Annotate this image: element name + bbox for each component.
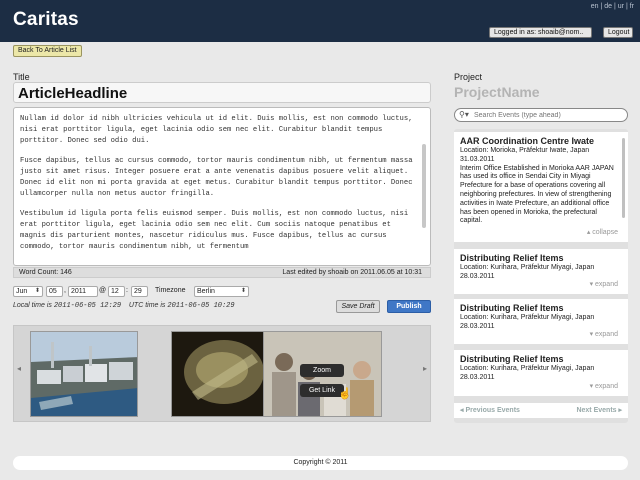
language-fr-link[interactable]: fr (630, 3, 634, 10)
utc-time-value: 2011-06-05 10:29 (167, 302, 235, 310)
date-separator: , (64, 287, 66, 294)
month-select[interactable]: Jun ⬍ (13, 286, 43, 297)
app-header: Caritas en | de | ur | fr Logged in as: … (0, 0, 640, 42)
event-card[interactable]: AAR Coordination Centre Iwate Location: … (454, 132, 628, 242)
publish-button[interactable]: Publish (387, 300, 431, 313)
power-plant-photo (31, 332, 137, 416)
save-draft-button[interactable]: Save Draft (336, 300, 380, 313)
dropdown-arrow-icon: ⬍ (240, 288, 246, 294)
editor-status-bar: Word Count: 146 Last edited by shoaib on… (13, 267, 431, 278)
event-location: Location: Morioka, Präfektur Iwate, Japa… (460, 147, 590, 154)
project-label: Project (454, 72, 483, 82)
expand-toggle[interactable]: ▾ expand (590, 331, 618, 340)
gallery-next-arrow[interactable]: ▸ (423, 364, 427, 373)
events-pager: ◂ Previous Events Next Events ▸ (454, 403, 628, 418)
event-date: 28.03.2011 (460, 373, 495, 381)
event-location: Location: Kurihara, Präfektur Miyagi, Ja… (460, 314, 595, 321)
article-body-editor[interactable]: Nullam id dolor id nibh ultricies vehicu… (13, 107, 431, 266)
event-title: Distributing Relief Items (460, 253, 564, 263)
event-search-box[interactable]: ⚲▾ (454, 108, 628, 122)
article-scrollbar[interactable] (422, 144, 426, 228)
timezone-label: Timezone (155, 287, 186, 294)
expand-toggle[interactable]: ▾ expand (590, 281, 618, 290)
language-en-link[interactable]: en (591, 3, 599, 10)
month-value: Jun (16, 288, 28, 295)
article-paragraph: Nullam id dolor id nibh ultricies vehicu… (20, 115, 413, 145)
event-description: Interim Office Established in Morioka AA… (460, 164, 614, 225)
dropdown-arrow-icon: ⬍ (34, 288, 40, 294)
gallery-image-people[interactable]: Zoom Get Link ☝ (263, 331, 382, 417)
local-time-value: 2011-06-05 12:29 (53, 302, 122, 310)
event-scrollbar[interactable] (622, 138, 625, 218)
article-paragraph: Vestibulum id ligula porta felis euismod… (20, 210, 409, 251)
event-title: Distributing Relief Items (460, 303, 564, 313)
word-count: Word Count: 146 (19, 269, 72, 276)
image-gallery: ◂ ▸ Zoom Get Link ☝ (13, 325, 431, 422)
gallery-image-power-plant[interactable] (30, 331, 138, 417)
day-input[interactable]: 05 (46, 286, 63, 297)
brand-logo: Caritas (13, 9, 79, 30)
event-date: 31.03.2011 (460, 155, 495, 163)
event-title: AAR Coordination Centre Iwate (460, 136, 595, 146)
gallery-prev-arrow[interactable]: ◂ (17, 364, 21, 373)
minute-input[interactable]: 29 (131, 286, 148, 297)
hour-input[interactable]: 12 (108, 286, 125, 297)
event-title: Distributing Relief Items (460, 354, 564, 364)
zoom-button[interactable]: Zoom (300, 364, 344, 377)
hand-cursor-icon: ☝ (338, 388, 352, 400)
headline-input[interactable]: ArticleHeadline (13, 82, 431, 103)
logged-in-user-button[interactable]: Logged in as: shoaib@nom.. (489, 27, 592, 38)
project-name: ProjectName (454, 84, 540, 100)
previous-events-link[interactable]: ◂ Previous Events (460, 403, 520, 418)
events-list: AAR Coordination Centre Iwate Location: … (454, 129, 628, 423)
next-events-link[interactable]: Next Events ▸ (576, 403, 622, 418)
article-paragraph: Fusce dapibus, tellus ac cursus commodo,… (20, 157, 413, 198)
expand-toggle[interactable]: ▾ expand (590, 383, 618, 392)
collapse-toggle[interactable]: ▴ collapse (587, 229, 618, 238)
footer-copyright: Copyright © 2011 (13, 456, 628, 470)
article-text[interactable]: Nullam id dolor id nibh ultricies vehicu… (20, 114, 413, 262)
timezone-value: Berlin (197, 288, 215, 295)
utc-time-label: UTC time is (128, 302, 166, 309)
event-search-input[interactable] (474, 110, 624, 120)
event-card[interactable]: Distributing Relief Items Location: Kuri… (454, 350, 628, 396)
language-de-link[interactable]: de (604, 3, 612, 10)
time-separator: : (126, 287, 128, 294)
search-icon: ⚲▾ (459, 110, 469, 119)
last-edited-info: Last edited by shoaib on 2011.06.05 at 1… (282, 269, 422, 276)
at-separator: @ (99, 287, 107, 294)
local-time-label: Local time is (13, 302, 52, 309)
event-card[interactable]: Distributing Relief Items Location: Kuri… (454, 299, 628, 344)
event-card[interactable]: Distributing Relief Items Location: Kuri… (454, 249, 628, 294)
year-input[interactable]: 2011 (68, 286, 98, 297)
event-location: Location: Kurihara, Präfektur Miyagi, Ja… (460, 264, 595, 271)
timezone-select[interactable]: Berlin ⬍ (194, 286, 249, 297)
back-to-article-list-button[interactable]: Back To Article List (13, 45, 82, 57)
language-switcher: en | de | ur | fr (590, 3, 634, 10)
event-location: Location: Kurihara, Präfektur Miyagi, Ja… (460, 365, 595, 372)
time-readout: Local time is 2011-06-05 12:29 UTC time … (13, 302, 235, 310)
logout-button[interactable]: Logout (603, 27, 633, 38)
language-ur-link[interactable]: ur (618, 3, 624, 10)
title-label: Title (13, 72, 30, 82)
